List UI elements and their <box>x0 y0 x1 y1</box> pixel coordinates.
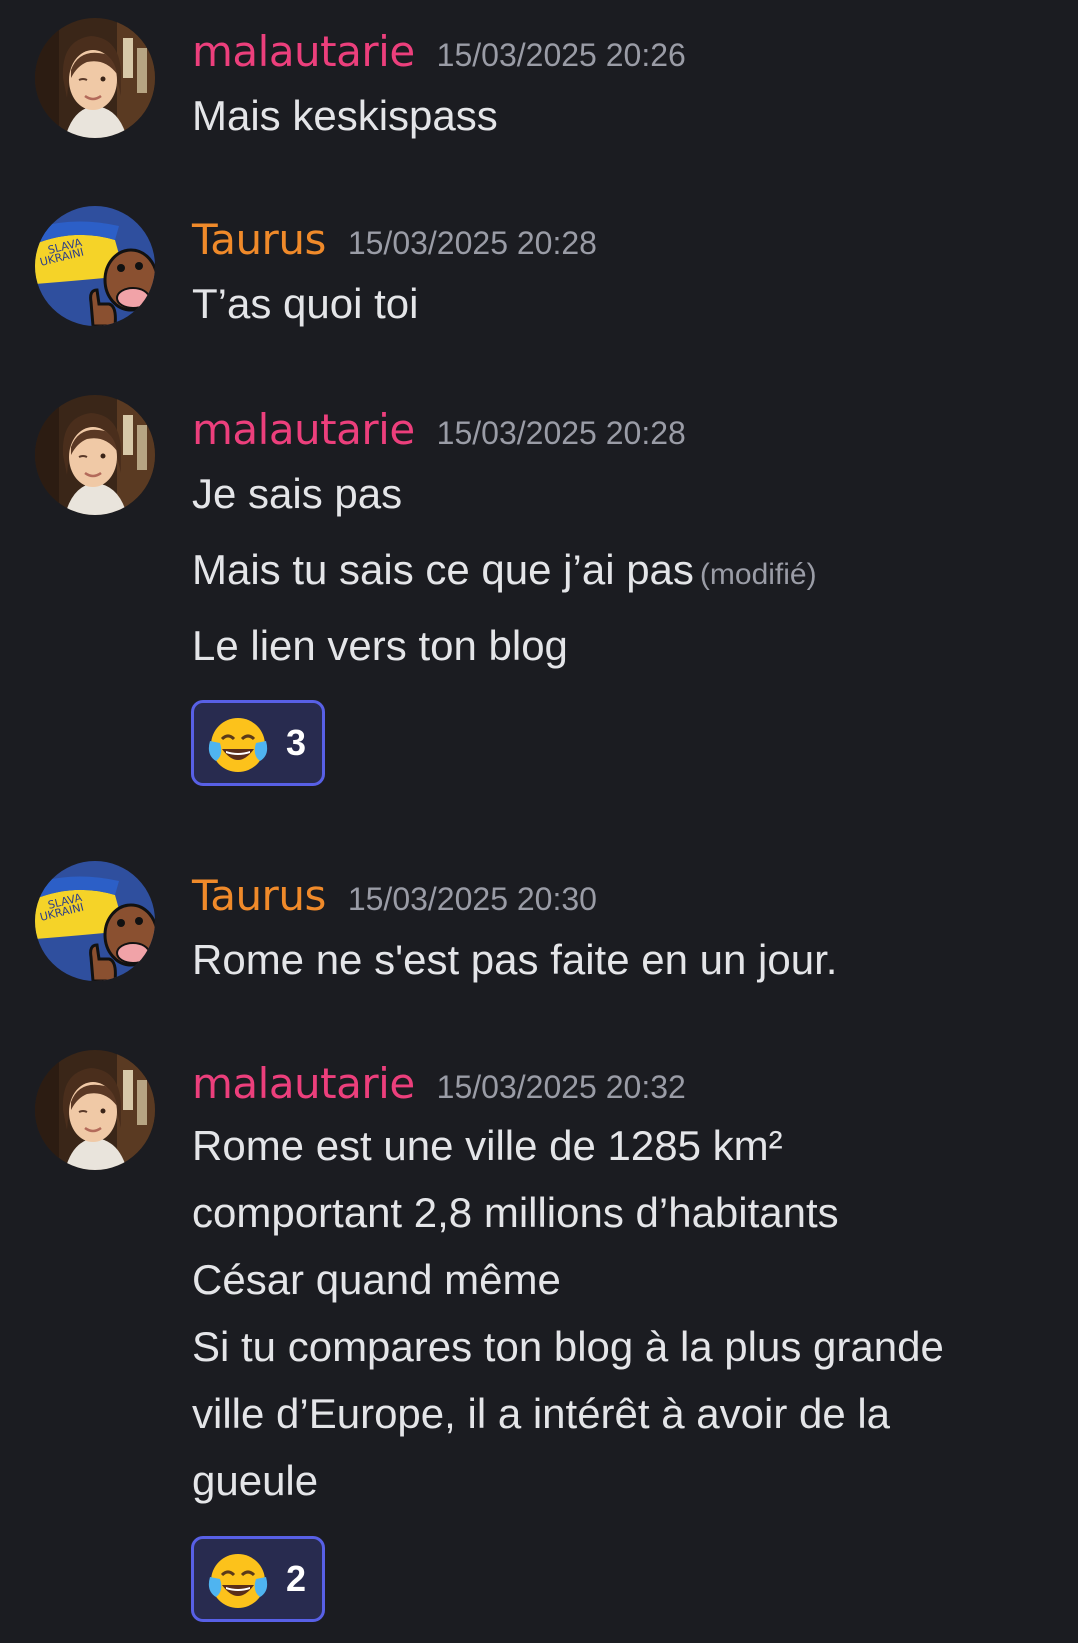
reaction-count: 2 <box>286 1558 307 1599</box>
avatar[interactable] <box>35 206 155 326</box>
message-header: Taurus 15/03/2025 20:30 <box>192 868 597 924</box>
message-header: Taurus 15/03/2025 20:28 <box>192 212 597 268</box>
timestamp: 15/03/2025 20:28 <box>436 415 686 451</box>
joy-emoji-icon <box>208 716 268 774</box>
timestamp: 15/03/2025 20:26 <box>436 37 686 73</box>
avatar[interactable] <box>35 1050 155 1170</box>
message-text: Le lien vers ton blog <box>192 622 568 669</box>
avatar[interactable] <box>35 395 155 515</box>
username[interactable]: Taurus <box>192 871 326 920</box>
message-header: malautarie 15/03/2025 20:26 <box>192 24 686 80</box>
username[interactable]: malautarie <box>192 405 415 454</box>
username[interactable]: malautarie <box>192 27 415 76</box>
timestamp: 15/03/2025 20:32 <box>436 1069 686 1105</box>
username[interactable]: malautarie <box>192 1059 415 1108</box>
message-text: Je sais pas <box>192 470 403 517</box>
message-text: Mais keskispass <box>192 92 498 139</box>
message-text: César quand même <box>192 1256 561 1303</box>
message-text: Mais tu sais ce que j’ai pas <box>192 546 694 593</box>
message-text: gueule <box>192 1457 319 1504</box>
reaction-button[interactable]: 2 <box>191 1536 325 1622</box>
timestamp: 15/03/2025 20:28 <box>347 225 597 261</box>
avatar[interactable] <box>35 861 155 981</box>
message-text: T’as quoi toi <box>192 280 419 327</box>
message-text: Rome est une ville de 1285 km² <box>192 1122 783 1169</box>
joy-emoji-icon <box>208 1552 268 1610</box>
edited-label: (modifié) <box>699 558 817 591</box>
message-text: ville d’Europe, il a intérêt à avoir de … <box>192 1390 891 1437</box>
message-header: malautarie 15/03/2025 20:28 <box>192 402 686 458</box>
message-header: malautarie 15/03/2025 20:32 <box>192 1056 686 1112</box>
message-text: comportant 2,8 millions d’habitants <box>192 1189 839 1236</box>
timestamp: 15/03/2025 20:30 <box>347 881 597 917</box>
reaction-count: 3 <box>286 722 307 763</box>
message-text-edited: Mais tu sais ce que j’ai pas (modifié) <box>192 542 817 603</box>
username[interactable]: Taurus <box>192 215 326 264</box>
message-text: Si tu compares ton blog à la plus grande <box>192 1323 944 1370</box>
avatar[interactable] <box>35 18 155 138</box>
reaction-button[interactable]: 3 <box>191 700 325 786</box>
message-text: Rome ne s'est pas faite en un jour. <box>192 936 838 983</box>
